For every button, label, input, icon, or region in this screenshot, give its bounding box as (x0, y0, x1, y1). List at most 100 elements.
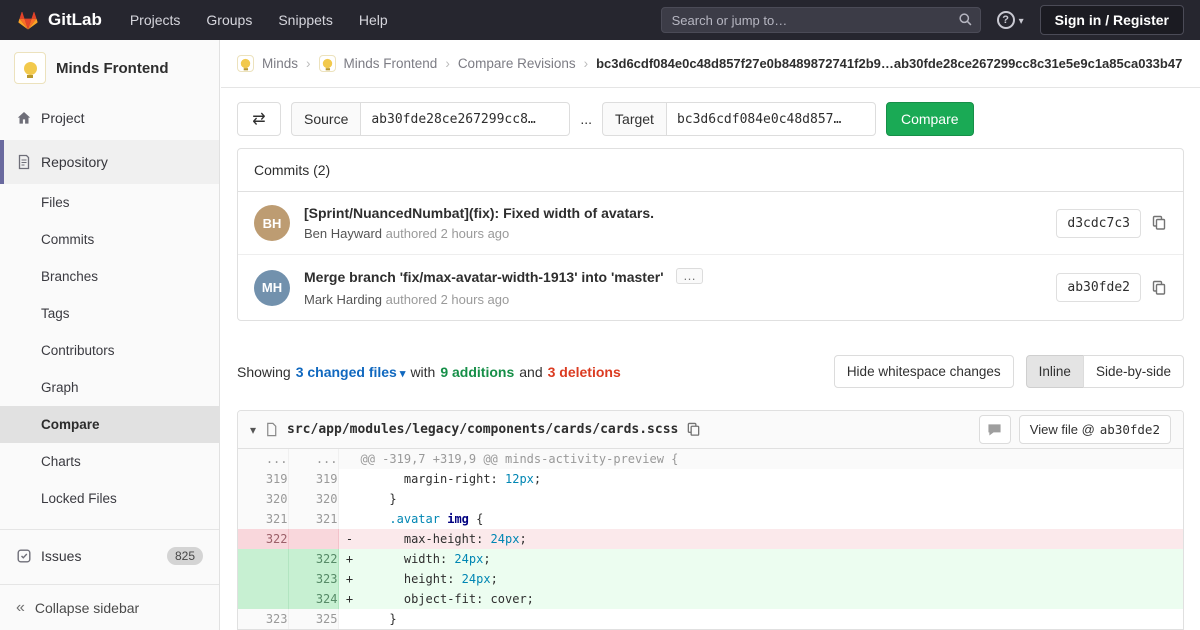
breadcrumb-separator (306, 56, 311, 71)
line-number[interactable]: 319 (238, 469, 288, 489)
view-file-sha: ab30fde2 (1100, 422, 1160, 437)
project-avatar (14, 52, 46, 84)
line-number[interactable]: 324 (288, 589, 338, 609)
collapse-sidebar-button[interactable]: Collapse sidebar (0, 584, 219, 630)
breadcrumb-minds-frontend[interactable]: Minds Frontend (344, 56, 438, 71)
swap-revisions-button[interactable] (237, 102, 281, 136)
side-by-side-view-button[interactable]: Side-by-side (1083, 355, 1184, 388)
diff-line: 323325 } (238, 609, 1183, 629)
compare-button[interactable]: Compare (886, 102, 974, 136)
breadcrumb-separator (584, 56, 589, 71)
gitlab-logo-link[interactable]: GitLab (16, 9, 102, 32)
diff-summary-bar: Showing 3 changed files with 9 additions… (237, 355, 1184, 388)
commit-title-link[interactable]: Merge branch 'fix/max-avatar-width-1913'… (304, 269, 664, 285)
commit-title-link[interactable]: [Sprint/NuancedNumbat](fix): Fixed width… (304, 205, 1042, 221)
sidebar-item-compare[interactable]: Compare (0, 406, 219, 443)
diff-sign: + (339, 549, 361, 569)
commit-row: BH [Sprint/NuancedNumbat](fix): Fixed wi… (238, 192, 1183, 254)
diff-code: .avatar img { (338, 509, 1183, 529)
sidebar-item-charts[interactable]: Charts (0, 443, 219, 480)
sidebar-item-commits[interactable]: Commits (0, 221, 219, 258)
sidebar-item-branches[interactable]: Branches (0, 258, 219, 295)
nav-item-help[interactable]: Help (359, 12, 388, 28)
commit-sha-link[interactable]: d3cdc7c3 (1056, 209, 1141, 238)
line-number[interactable]: ... (238, 449, 288, 469)
collapse-icon (16, 599, 25, 617)
sidebar-item-issues[interactable]: Issues 825 (0, 534, 219, 578)
diff-table: ......@@ -319,7 +319,9 @@ minds-activity… (238, 449, 1183, 629)
and-label: and (519, 364, 542, 380)
diff-line: 322+ width: 24px; (238, 549, 1183, 569)
diff-line: 323+ height: 24px; (238, 569, 1183, 589)
copy-sha-icon[interactable] (1151, 215, 1167, 231)
sidebar-item-tags[interactable]: Tags (0, 295, 219, 332)
line-number[interactable] (238, 569, 288, 589)
line-number[interactable]: 322 (288, 549, 338, 569)
line-number[interactable]: 323 (238, 609, 288, 629)
sidebar-item-repository[interactable]: Repository (0, 140, 219, 184)
changed-files-dropdown[interactable]: 3 changed files (296, 364, 406, 380)
breadcrumb-current-range: bc3d6cdf084e0c48d857f27e0b8489872741f2b9… (596, 56, 1182, 71)
toggle-comments-button[interactable] (979, 415, 1011, 444)
diff-view-toggle: Inline Side-by-side (1026, 355, 1184, 388)
project-sidebar: Minds Frontend Project Repository Files … (0, 40, 220, 630)
collapse-file-caret-icon[interactable] (250, 421, 256, 439)
sidebar-item-graph[interactable]: Graph (0, 369, 219, 406)
diff-code: margin-right: 12px; (338, 469, 1183, 489)
breadcrumb-minds[interactable]: Minds (262, 56, 298, 71)
commit-author-link[interactable]: Mark Harding (304, 292, 382, 307)
commits-panel-title: Commits (2) (238, 149, 1183, 192)
commit-sha-link[interactable]: ab30fde2 (1056, 273, 1141, 302)
line-number[interactable] (238, 549, 288, 569)
view-file-button[interactable]: View file @ ab30fde2 (1019, 415, 1171, 444)
commit-author-link[interactable]: Ben Hayward (304, 226, 382, 241)
line-number[interactable] (238, 589, 288, 609)
additions-count: 9 additions (440, 364, 514, 380)
sidebar-item-contributors[interactable]: Contributors (0, 332, 219, 369)
help-dropdown[interactable]: ? (997, 11, 1024, 29)
hide-whitespace-button[interactable]: Hide whitespace changes (834, 355, 1014, 388)
range-dots: ... (580, 111, 592, 127)
line-number[interactable]: 325 (288, 609, 338, 629)
line-number[interactable]: ... (288, 449, 338, 469)
copy-sha-icon[interactable] (1151, 280, 1167, 296)
nav-item-projects[interactable]: Projects (130, 12, 181, 28)
line-number[interactable] (288, 529, 338, 549)
target-ref-input[interactable] (666, 102, 876, 136)
breadcrumb-compare-revisions[interactable]: Compare Revisions (458, 56, 576, 71)
home-icon (16, 110, 32, 126)
copy-file-path-icon[interactable] (686, 422, 701, 437)
line-number[interactable]: 321 (288, 509, 338, 529)
file-diff-header: src/app/modules/legacy/components/cards/… (238, 411, 1183, 449)
nav-item-snippets[interactable]: Snippets (278, 12, 332, 28)
line-number[interactable]: 320 (238, 489, 288, 509)
source-label: Source (291, 102, 360, 136)
diff-code: + width: 24px; (338, 549, 1183, 569)
commits-panel: Commits (2) BH [Sprint/NuancedNumbat](fi… (237, 148, 1184, 321)
inline-view-button[interactable]: Inline (1026, 355, 1084, 388)
showing-label: Showing (237, 364, 291, 380)
sign-in-button[interactable]: Sign in / Register (1040, 5, 1184, 35)
diff-sign: + (339, 589, 361, 609)
line-number[interactable]: 322 (238, 529, 288, 549)
collapse-label: Collapse sidebar (35, 600, 139, 616)
line-number[interactable]: 321 (238, 509, 288, 529)
nav-item-groups[interactable]: Groups (206, 12, 252, 28)
expand-commit-message-button[interactable]: … (676, 268, 703, 284)
sidebar-item-files[interactable]: Files (0, 184, 219, 221)
line-number[interactable]: 323 (288, 569, 338, 589)
search-input[interactable] (661, 7, 981, 33)
line-number[interactable]: 319 (288, 469, 338, 489)
line-number[interactable]: 320 (288, 489, 338, 509)
diff-table-body: ......@@ -319,7 +319,9 @@ minds-activity… (238, 449, 1183, 629)
search-icon (958, 12, 973, 32)
sidebar-item-locked-files[interactable]: Locked Files (0, 480, 219, 517)
target-input-group: Target (602, 102, 876, 136)
sidebar-item-project[interactable]: Project (0, 96, 219, 140)
diff-line: 319319 margin-right: 12px; (238, 469, 1183, 489)
project-header-link[interactable]: Minds Frontend (0, 40, 219, 96)
source-ref-input[interactable] (360, 102, 570, 136)
sidebar-divider (0, 529, 219, 530)
view-file-label: View file @ (1030, 422, 1095, 437)
diff-code: @@ -319,7 +319,9 @@ minds-activity-previ… (338, 449, 1183, 469)
